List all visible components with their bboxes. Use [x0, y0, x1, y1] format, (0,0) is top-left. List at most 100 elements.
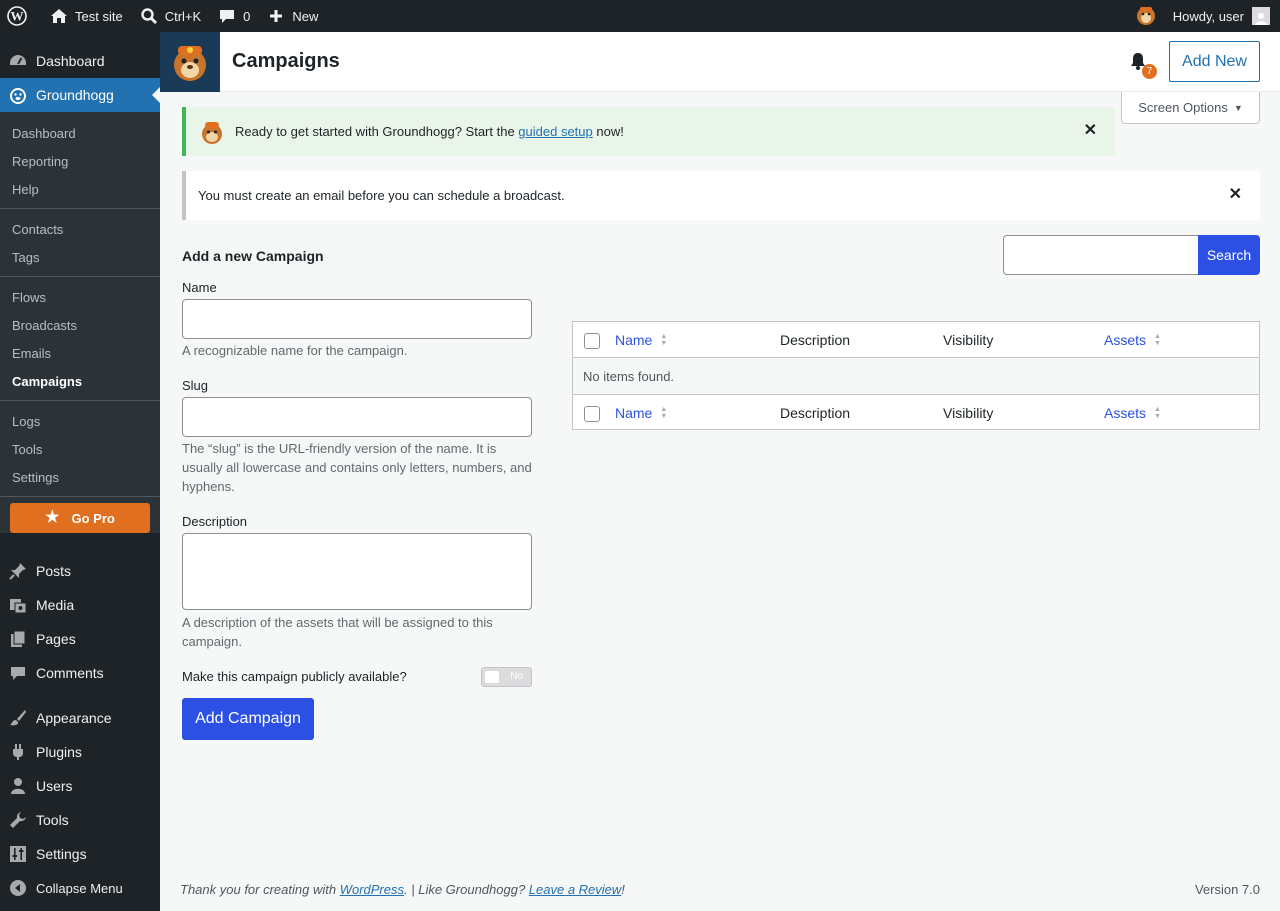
menu-dashboard-label: Dashboard — [36, 53, 105, 69]
email-required-notice: You must create an email before you can … — [182, 171, 1260, 220]
sidebar-item-campaigns[interactable]: Campaigns — [0, 367, 160, 395]
column-name-sortable[interactable]: Name ▲ ▼ — [615, 405, 667, 421]
groundhogg-logo — [160, 31, 220, 92]
collapse-menu-label: Collapse Menu — [36, 880, 123, 896]
campaigns-table: Name ▲ ▼ Description Visibility Assets ▲ ▼… — [572, 321, 1260, 430]
menu-dashboard[interactable]: Dashboard — [0, 44, 160, 78]
menu-users-label: Users — [36, 778, 73, 794]
close-icon[interactable]: ✕ — [1229, 187, 1242, 203]
select-all-checkbox[interactable] — [584, 406, 600, 422]
sidebar-item-gh-tools[interactable]: Tools — [0, 435, 160, 463]
groundhogg-mascot-icon — [1135, 4, 1157, 29]
column-name-sortable[interactable]: Name ▲ ▼ — [615, 332, 667, 348]
sidebar-item-gh-dashboard[interactable]: Dashboard — [0, 119, 160, 147]
page-title: Campaigns — [232, 50, 340, 72]
sidebar-item-help[interactable]: Help — [0, 175, 160, 203]
table-header-row: Name ▲ ▼ Description Visibility Assets ▲ ▼ — [573, 322, 1259, 358]
menu-groundhogg-label: Groundhogg — [36, 87, 114, 103]
comments-button[interactable]: 0 — [209, 0, 258, 32]
sort-icon: ▲ ▼ — [1154, 333, 1161, 347]
slug-help-text: The “slug” is the URL-friendly version o… — [182, 441, 532, 494]
groundhogg-toolbar-button[interactable] — [1127, 0, 1165, 32]
add-new-button[interactable]: Add New — [1169, 41, 1260, 82]
sidebar-item-contacts[interactable]: Contacts — [0, 215, 160, 243]
search-input[interactable] — [1003, 235, 1199, 275]
groundhogg-submenu: Dashboard Reporting Help Contacts Tags F… — [0, 112, 160, 533]
public-label: Make this campaign publicly available? — [182, 669, 407, 684]
description-label: Description — [182, 514, 248, 529]
home-icon — [49, 6, 69, 26]
column-name-label: Name — [615, 332, 653, 348]
sidebar-item-reporting[interactable]: Reporting — [0, 147, 160, 175]
column-visibility: Visibility — [943, 405, 994, 421]
my-account-menu[interactable]: Howdy, user — [1165, 0, 1280, 32]
sidebar-item-flows[interactable]: Flows — [0, 283, 160, 311]
menu-comments[interactable]: Comments — [0, 656, 160, 690]
sidebar-item-gh-settings[interactable]: Settings — [0, 463, 160, 491]
name-input[interactable] — [182, 299, 532, 339]
menu-media[interactable]: Media — [0, 588, 160, 622]
menu-pages-label: Pages — [36, 631, 76, 647]
comments-count: 0 — [243, 8, 251, 24]
screen-options-label: Screen Options — [1138, 100, 1228, 115]
footer-version: Version 7.0 — [1194, 882, 1260, 897]
menu-plugins-label: Plugins — [36, 744, 82, 760]
collapse-menu-button[interactable]: Collapse Menu — [0, 871, 160, 905]
notification-count-badge: 7 — [1142, 64, 1157, 79]
sidebar-item-emails[interactable]: Emails — [0, 339, 160, 367]
sort-icon: ▲ ▼ — [1154, 406, 1161, 420]
command-search-button[interactable]: Ctrl+K — [131, 0, 209, 32]
guided-text-before: Ready to get started with Groundhogg? St… — [235, 124, 519, 139]
column-visibility: Visibility — [943, 332, 994, 348]
comment-icon — [8, 663, 28, 683]
search-button[interactable]: Search — [1198, 235, 1260, 275]
sidebar-item-tags[interactable]: Tags — [0, 243, 160, 271]
close-icon[interactable]: ✕ — [1084, 123, 1097, 139]
settings-sliders-icon — [8, 844, 28, 864]
menu-posts[interactable]: Posts — [0, 554, 160, 588]
submenu-divider — [0, 208, 160, 209]
menu-media-label: Media — [36, 597, 75, 613]
howdy-label: Howdy, user — [1172, 8, 1244, 24]
description-textarea[interactable] — [182, 533, 532, 610]
menu-users[interactable]: Users — [0, 769, 160, 803]
menu-settings-label: Settings — [36, 846, 87, 862]
menu-tools[interactable]: Tools — [0, 803, 160, 837]
column-assets-sortable[interactable]: Assets ▲ ▼ — [1104, 332, 1161, 348]
site-name-link[interactable]: Test site — [41, 0, 131, 32]
page-header: Campaigns 7 Add New — [160, 31, 1280, 92]
sidebar-item-logs[interactable]: Logs — [0, 407, 160, 435]
menu-pages[interactable]: Pages — [0, 622, 160, 656]
plugin-icon — [8, 742, 28, 762]
add-campaign-heading: Add a new Campaign — [182, 248, 324, 264]
users-icon — [8, 776, 28, 796]
slug-input[interactable] — [182, 397, 532, 437]
guided-setup-link[interactable]: guided setup — [518, 124, 592, 139]
pushpin-icon — [8, 561, 28, 581]
leave-review-link[interactable]: Leave a Review — [529, 882, 622, 897]
sidebar-item-broadcasts[interactable]: Broadcasts — [0, 311, 160, 339]
public-toggle[interactable]: No — [481, 667, 532, 687]
column-assets-sortable[interactable]: Assets ▲ ▼ — [1104, 405, 1161, 421]
sort-icon: ▲ ▼ — [660, 333, 668, 347]
menu-settings[interactable]: Settings — [0, 837, 160, 871]
menu-groundhogg[interactable]: Groundhogg — [0, 78, 160, 112]
go-pro-button[interactable]: ★ Go Pro — [10, 503, 150, 533]
submenu-divider — [0, 496, 160, 497]
guided-notice-text: Ready to get started with Groundhogg? St… — [235, 124, 624, 139]
screen-options-button[interactable]: Screen Options ▼ — [1121, 92, 1260, 124]
column-assets-label: Assets — [1104, 405, 1147, 421]
guided-setup-notice: Ready to get started with Groundhogg? St… — [182, 107, 1115, 156]
menu-plugins[interactable]: Plugins — [0, 735, 160, 769]
new-content-button[interactable]: New — [258, 0, 326, 32]
search-shortcut-label: Ctrl+K — [164, 8, 202, 24]
footer-thanks: Thank you for creating with WordPress. |… — [180, 882, 625, 897]
add-campaign-button[interactable]: Add Campaign — [182, 698, 314, 740]
star-icon: ★ — [45, 509, 60, 526]
menu-appearance[interactable]: Appearance — [0, 701, 160, 735]
paintbrush-icon — [8, 708, 28, 728]
wordpress-logo-button[interactable]: W — [0, 0, 41, 32]
menu-tools-label: Tools — [36, 812, 69, 828]
wordpress-link[interactable]: WordPress — [340, 882, 404, 897]
select-all-checkbox[interactable] — [584, 333, 600, 349]
